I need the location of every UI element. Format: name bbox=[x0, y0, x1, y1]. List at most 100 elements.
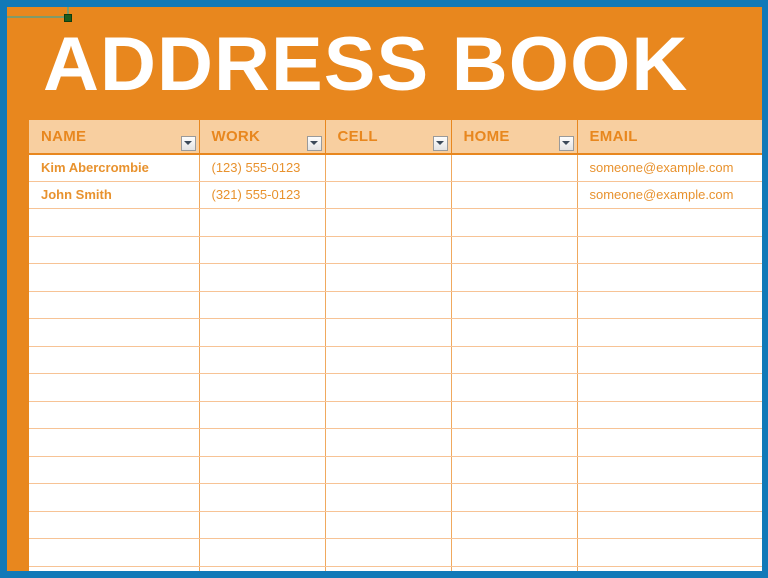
cell-cell[interactable] bbox=[325, 208, 452, 237]
column-header-work[interactable]: WORK bbox=[199, 119, 326, 155]
cell-cell[interactable] bbox=[325, 181, 452, 209]
cell-name[interactable] bbox=[29, 318, 200, 347]
cell-email[interactable] bbox=[577, 291, 762, 319]
cell-work[interactable]: (123) 555-0123 bbox=[199, 153, 326, 182]
cell-work[interactable] bbox=[199, 373, 326, 402]
column-header-cell[interactable]: CELL bbox=[325, 119, 452, 155]
cell-email[interactable] bbox=[577, 566, 762, 571]
table-row[interactable] bbox=[29, 511, 762, 539]
cell-email[interactable] bbox=[577, 346, 762, 374]
cell-work[interactable] bbox=[199, 291, 326, 319]
cell-home[interactable] bbox=[451, 373, 578, 402]
cell-home[interactable] bbox=[451, 208, 578, 237]
cell-name[interactable] bbox=[29, 291, 200, 319]
cell-home[interactable] bbox=[451, 181, 578, 209]
table-row[interactable] bbox=[29, 373, 762, 402]
cell-email[interactable]: someone@example.com bbox=[577, 153, 762, 182]
cell-email[interactable] bbox=[577, 318, 762, 347]
column-header-home[interactable]: HOME bbox=[451, 119, 578, 155]
table-row[interactable] bbox=[29, 566, 762, 571]
table-row[interactable]: Kim Abercrombie (123) 555-0123 someone@exa… bbox=[29, 153, 762, 182]
cell-email[interactable] bbox=[577, 208, 762, 237]
table-row[interactable] bbox=[29, 428, 762, 457]
filter-dropdown-cell[interactable] bbox=[432, 135, 448, 151]
table-row[interactable] bbox=[29, 236, 762, 264]
cell-name[interactable] bbox=[29, 401, 200, 429]
cell-cell[interactable] bbox=[325, 538, 452, 567]
cell-cell[interactable] bbox=[325, 401, 452, 429]
cell-name[interactable]: John Smith bbox=[29, 181, 200, 209]
cell-cell[interactable] bbox=[325, 511, 452, 539]
cell-work[interactable] bbox=[199, 236, 326, 264]
table-row[interactable]: John Smith (321) 555-0123 someone@example.… bbox=[29, 181, 762, 209]
cell-cell[interactable] bbox=[325, 346, 452, 374]
cell-email[interactable] bbox=[577, 263, 762, 292]
table-row[interactable] bbox=[29, 263, 762, 292]
cell-name[interactable] bbox=[29, 208, 200, 237]
cell-cell[interactable] bbox=[325, 263, 452, 292]
filter-dropdown-work[interactable] bbox=[306, 135, 322, 151]
cell-name[interactable] bbox=[29, 538, 200, 567]
cell-name[interactable] bbox=[29, 346, 200, 374]
cell-email[interactable]: someone@example.com bbox=[577, 181, 762, 209]
cell-home[interactable] bbox=[451, 346, 578, 374]
table-row[interactable] bbox=[29, 208, 762, 237]
cell-home[interactable] bbox=[451, 566, 578, 571]
cell-cell[interactable] bbox=[325, 456, 452, 484]
table-row[interactable] bbox=[29, 456, 762, 484]
cell-name[interactable] bbox=[29, 236, 200, 264]
cell-home[interactable] bbox=[451, 538, 578, 567]
cell-home[interactable] bbox=[451, 153, 578, 182]
cell-email[interactable] bbox=[577, 373, 762, 402]
cell-email[interactable] bbox=[577, 538, 762, 567]
cell-name[interactable] bbox=[29, 263, 200, 292]
cell-home[interactable] bbox=[451, 236, 578, 264]
cell-email[interactable] bbox=[577, 428, 762, 457]
cell-work[interactable]: (321) 555-0123 bbox=[199, 181, 326, 209]
column-header-name[interactable]: NAME bbox=[29, 119, 200, 155]
filter-dropdown-home[interactable] bbox=[558, 135, 574, 151]
cell-work[interactable] bbox=[199, 346, 326, 374]
cell-work[interactable] bbox=[199, 208, 326, 237]
filter-dropdown-name[interactable] bbox=[180, 135, 196, 151]
cell-work[interactable] bbox=[199, 401, 326, 429]
cell-name[interactable]: Kim Abercrombie bbox=[29, 153, 200, 182]
cell-name[interactable] bbox=[29, 373, 200, 402]
cell-name[interactable] bbox=[29, 566, 200, 571]
cell-home[interactable] bbox=[451, 291, 578, 319]
cell-work[interactable] bbox=[199, 263, 326, 292]
cell-name[interactable] bbox=[29, 428, 200, 457]
table-row[interactable] bbox=[29, 318, 762, 347]
cell-cell[interactable] bbox=[325, 318, 452, 347]
column-header-email[interactable]: EMAIL bbox=[577, 119, 762, 155]
table-row[interactable] bbox=[29, 483, 762, 512]
cell-home[interactable] bbox=[451, 428, 578, 457]
cell-cell[interactable] bbox=[325, 373, 452, 402]
cell-work[interactable] bbox=[199, 428, 326, 457]
cell-work[interactable] bbox=[199, 511, 326, 539]
cell-work[interactable] bbox=[199, 483, 326, 512]
cell-home[interactable] bbox=[451, 401, 578, 429]
cell-cell[interactable] bbox=[325, 291, 452, 319]
cell-home[interactable] bbox=[451, 511, 578, 539]
cell-work[interactable] bbox=[199, 566, 326, 571]
table-row[interactable] bbox=[29, 291, 762, 319]
table-row[interactable] bbox=[29, 401, 762, 429]
cell-home[interactable] bbox=[451, 318, 578, 347]
cell-work[interactable] bbox=[199, 456, 326, 484]
cell-cell[interactable] bbox=[325, 153, 452, 182]
cell-name[interactable] bbox=[29, 456, 200, 484]
cell-cell[interactable] bbox=[325, 428, 452, 457]
cell-work[interactable] bbox=[199, 538, 326, 567]
table-row[interactable] bbox=[29, 346, 762, 374]
cell-email[interactable] bbox=[577, 456, 762, 484]
cell-home[interactable] bbox=[451, 456, 578, 484]
cell-email[interactable] bbox=[577, 236, 762, 264]
cell-name[interactable] bbox=[29, 483, 200, 512]
cell-email[interactable] bbox=[577, 483, 762, 512]
cell-cell[interactable] bbox=[325, 566, 452, 571]
cell-name[interactable] bbox=[29, 511, 200, 539]
table-row[interactable] bbox=[29, 538, 762, 567]
cell-home[interactable] bbox=[451, 263, 578, 292]
cell-cell[interactable] bbox=[325, 483, 452, 512]
